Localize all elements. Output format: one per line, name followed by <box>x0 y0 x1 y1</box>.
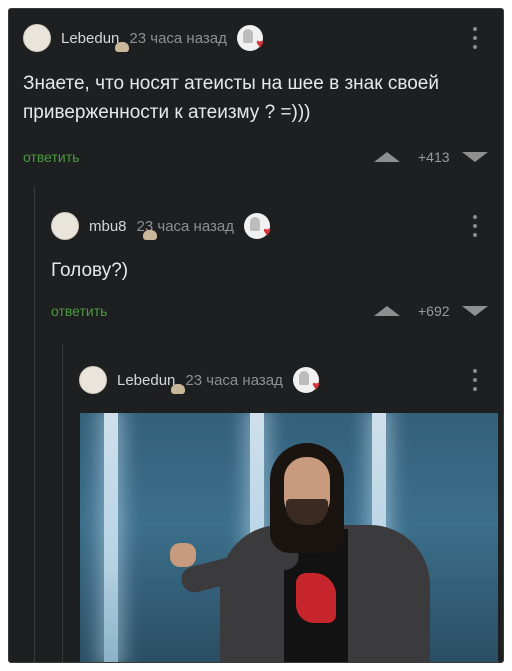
award-badge-icon: ♥ <box>292 367 320 393</box>
more-vertical-icon[interactable] <box>473 369 477 391</box>
comment-header: Lebedun 23 часа назад ♥ <box>23 24 264 52</box>
award-badge-icon: ♥ <box>243 213 271 239</box>
stage-light <box>104 413 118 662</box>
comment-image[interactable] <box>80 413 498 662</box>
username[interactable]: Lebedun <box>61 30 119 47</box>
rating-controls: +692 <box>374 303 488 319</box>
comment-text: Знаете, что носят атеисты на шее в знак … <box>23 73 439 123</box>
award-badge-icon: ♥ <box>236 25 264 51</box>
upvote-icon[interactable] <box>374 152 400 162</box>
more-vertical-icon[interactable] <box>473 215 477 237</box>
person-figure <box>170 443 452 662</box>
timestamp: 23 часа назад <box>185 371 283 389</box>
thread-branch-line[interactable] <box>62 345 63 662</box>
upvote-icon[interactable] <box>374 306 400 316</box>
avatar[interactable] <box>23 24 129 52</box>
reply-link[interactable]: ответить <box>51 303 107 319</box>
comment-text: Голову?) <box>51 260 129 281</box>
username[interactable]: mbu8 <box>89 218 127 235</box>
avatar[interactable] <box>51 212 157 240</box>
comments-thread: Lebedun 23 часа назад ♥ Знаете, что нося… <box>8 8 504 663</box>
avatar-image <box>115 42 129 52</box>
avatar[interactable] <box>79 366 185 394</box>
avatar-image <box>143 230 157 240</box>
username[interactable]: Lebedun <box>117 372 175 389</box>
reply-link[interactable]: ответить <box>23 149 79 165</box>
rating-score: +692 <box>418 303 450 319</box>
thread-branch-line[interactable] <box>34 187 35 662</box>
comment-header: mbu8 23 часа назад ♥ <box>51 212 271 240</box>
rating-score: +413 <box>418 149 450 165</box>
timestamp: 23 часа назад <box>129 29 227 47</box>
avatar-image <box>171 384 185 394</box>
more-vertical-icon[interactable] <box>473 27 477 49</box>
comment-header: Lebedun 23 часа назад ♥ <box>79 366 320 394</box>
downvote-icon[interactable] <box>461 152 488 162</box>
downvote-icon[interactable] <box>461 306 488 316</box>
rating-controls: +413 <box>374 149 488 165</box>
